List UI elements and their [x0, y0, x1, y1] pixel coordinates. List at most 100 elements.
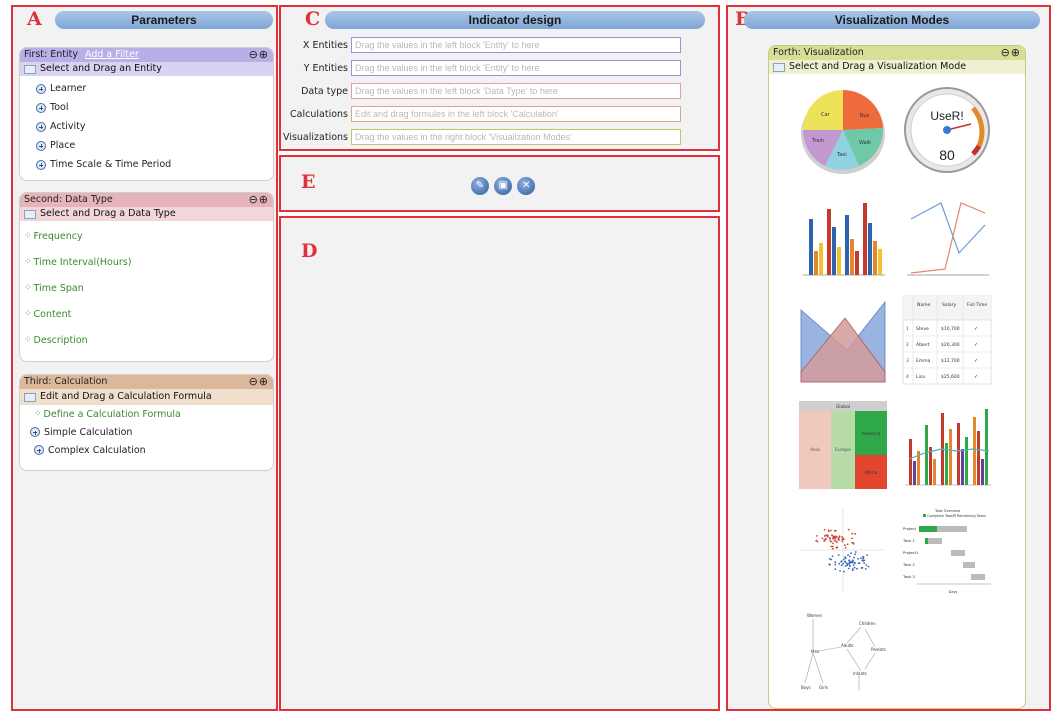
- datatype-item-time-interval[interactable]: ⁘ Time Interval(Hours): [24, 249, 273, 275]
- table-cell: 2: [906, 342, 909, 348]
- graph-node: Girls: [819, 685, 828, 690]
- scatter-point: [837, 554, 840, 556]
- datatype-box: Second: Data Type ⊖⊕ Select and Drag a D…: [19, 192, 274, 362]
- bar-chart-thumbnail[interactable]: [797, 189, 889, 281]
- visualization-box-title: Forth: Visualization: [773, 47, 864, 58]
- scatter-point: [815, 539, 818, 542]
- treemap-title: Global: [836, 404, 850, 410]
- scatter-point: [862, 557, 865, 560]
- scatter-point: [830, 558, 833, 561]
- x-entities-row: X Entities Drag the values in the left b…: [283, 37, 681, 53]
- datatype-box-header: Second: Data Type ⊖⊕: [20, 193, 273, 207]
- scatter-point: [833, 529, 836, 532]
- define-formula-item[interactable]: ⁘ Define a Calculation Formula: [34, 405, 273, 423]
- scatter-point: [844, 546, 847, 549]
- indicator-workspace-panel[interactable]: D: [279, 216, 720, 711]
- collapse-expand-icons[interactable]: ⊖⊕: [249, 48, 269, 62]
- scatter-point: [853, 566, 856, 569]
- datatype-item-time-span[interactable]: ⁘ Time Span: [24, 275, 273, 301]
- scatter-point: [858, 562, 861, 564]
- gauge-chart-thumbnail[interactable]: UseR! 80: [901, 84, 993, 176]
- scatter-point: [840, 561, 842, 563]
- scatter-point: [824, 537, 827, 540]
- entity-item-learner[interactable]: Learner: [36, 79, 273, 98]
- close-icon[interactable]: ✕: [517, 177, 536, 195]
- scatter-point: [825, 534, 827, 537]
- scatter-point: [862, 555, 864, 558]
- visualization-box-header: Forth: Visualization ⊖⊕: [769, 46, 1025, 60]
- datatype-item-description[interactable]: ⁘ Description: [24, 327, 273, 353]
- data-type-field[interactable]: Drag the values in the left block 'Data …: [351, 83, 681, 99]
- graph-node: Men: [811, 649, 820, 654]
- scatter-point: [851, 537, 853, 540]
- scatter-point: [832, 537, 834, 540]
- entity-item-place[interactable]: Place: [36, 136, 273, 155]
- tree-node-icon: ⁘: [24, 282, 31, 293]
- calculation-item-label: Complex Calculation: [48, 444, 146, 456]
- treemap-cell: Africa: [865, 470, 878, 476]
- scatter-point: [828, 537, 831, 540]
- entity-item-tool[interactable]: Tool: [36, 98, 273, 117]
- network-graph-thumbnail[interactable]: Women Men Boys Girls Adults Children Inf…: [797, 609, 889, 701]
- calculations-label: Calculations: [290, 108, 348, 120]
- entity-item-time[interactable]: Time Scale & Time Period: [36, 155, 273, 174]
- scatter-plot-thumbnail[interactable]: [797, 504, 889, 596]
- plus-icon: [34, 445, 44, 455]
- area-chart-thumbnail[interactable]: [797, 294, 889, 386]
- table-cell: 3: [906, 358, 909, 364]
- scatter-point: [823, 528, 826, 531]
- scatter-point: [840, 564, 843, 567]
- scatter-point: [834, 563, 837, 566]
- parameters-panel: A Parameters First: Entity Add a Filter …: [11, 5, 278, 711]
- table-cell: 4: [906, 374, 909, 380]
- calculations-field[interactable]: Edit and drag formules in the left block…: [351, 106, 681, 122]
- complex-calculation-item[interactable]: Complex Calculation: [34, 441, 273, 459]
- table-cell: $10,700: [941, 326, 960, 332]
- gantt-chart-thumbnail[interactable]: Task Overview Complete Tasks Remaining T…: [901, 504, 993, 596]
- visualizations-field[interactable]: Drag the values in the right block 'Visu…: [351, 129, 681, 145]
- x-entities-field[interactable]: Drag the values in the left block 'Entit…: [351, 37, 681, 53]
- plus-icon: [36, 121, 46, 132]
- calculation-item-label: Simple Calculation: [44, 426, 133, 438]
- scatter-point: [842, 558, 845, 561]
- scatter-point: [848, 559, 851, 562]
- scatter-point: [843, 570, 845, 573]
- panel-letter-c: C: [305, 8, 321, 30]
- table-cell: Steve: [916, 326, 929, 332]
- collapse-expand-icons[interactable]: ⊖⊕: [249, 375, 269, 389]
- datatype-item-content[interactable]: ⁘ Content: [24, 301, 273, 327]
- treemap-thumbnail[interactable]: Global Asia Europe America Africa: [797, 399, 889, 491]
- entity-box: First: Entity Add a Filter ⊖⊕ Select and…: [19, 47, 274, 181]
- scatter-point: [831, 555, 834, 558]
- collapse-expand-icons[interactable]: ⊖⊕: [1001, 46, 1021, 60]
- gauge-value: 80: [939, 147, 955, 163]
- calculation-box-title: Third: Calculation: [24, 376, 108, 387]
- scatter-point: [860, 567, 863, 569]
- scatter-point: [863, 559, 866, 562]
- pencil-icon[interactable]: ✎: [471, 177, 489, 195]
- add-filter-link[interactable]: Add a Filter: [85, 49, 139, 60]
- scatter-point: [852, 543, 855, 545]
- simple-calculation-item[interactable]: Simple Calculation: [30, 423, 273, 441]
- table-thumbnail[interactable]: Name Salary Full Time 1 Steve $10,700 ✓ …: [901, 294, 993, 386]
- tree-node-icon: ⁘: [24, 334, 31, 345]
- y-entities-field[interactable]: Drag the values in the left block 'Entit…: [351, 60, 681, 76]
- pie-chart-thumbnail[interactable]: Car Bus Walk Taxi Train: [797, 84, 889, 176]
- save-icon[interactable]: ▣: [494, 177, 513, 195]
- collapse-expand-icons[interactable]: ⊖⊕: [249, 193, 269, 207]
- table-cell: Emma: [916, 358, 931, 364]
- scatter-point: [844, 544, 846, 546]
- datatype-item-frequency[interactable]: ⁘ Frequency: [24, 223, 273, 249]
- scatter-point: [850, 560, 853, 563]
- entity-item-activity[interactable]: Activity: [36, 117, 273, 136]
- line-chart-thumbnail[interactable]: [901, 189, 993, 281]
- scatter-point: [834, 561, 837, 563]
- table-cell: Lisa: [916, 374, 925, 380]
- scatter-point: [865, 564, 868, 566]
- combo-chart-thumbnail[interactable]: [901, 399, 993, 491]
- scatter-point: [834, 568, 837, 570]
- scatter-point: [844, 560, 846, 563]
- scatter-point: [831, 534, 833, 537]
- scatter-point: [828, 558, 831, 560]
- scatter-point: [846, 564, 849, 567]
